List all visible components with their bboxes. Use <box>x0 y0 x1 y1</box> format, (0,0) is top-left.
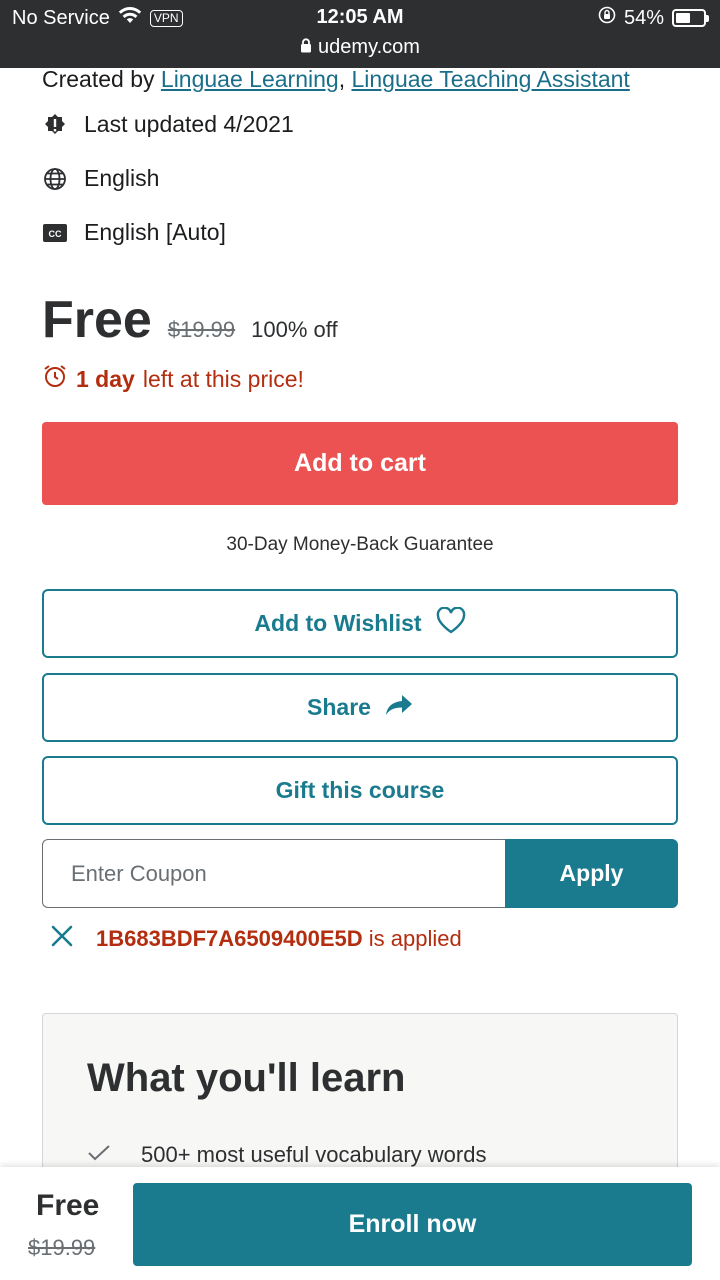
captions-text: English [Auto] <box>84 219 226 245</box>
current-price: Free <box>42 291 152 349</box>
bottom-purchase-bar: Free $19.99 Enroll now <box>0 1167 720 1280</box>
check-icon <box>87 1142 111 1168</box>
heart-icon <box>436 606 466 640</box>
coupon-applied-notice: 1B683BDF7A6509400E5D is applied <box>50 924 462 954</box>
alert-badge-icon <box>42 112 68 138</box>
closed-captions-icon: CC <box>42 220 68 246</box>
share-arrow-icon <box>385 694 413 722</box>
original-price: $19.99 <box>167 317 236 342</box>
status-bar: No Service VPN 12:05 AM 54% udemy.com <box>0 0 720 68</box>
learn-title: What you'll learn <box>87 1056 406 1100</box>
url-text: udemy.com <box>318 36 420 58</box>
enroll-now-button[interactable]: Enroll now <box>133 1183 692 1266</box>
address-bar[interactable]: udemy.com <box>0 36 720 59</box>
gift-label: Gift this course <box>275 777 445 803</box>
author-link[interactable]: Linguae Teaching Assistant <box>351 66 629 92</box>
battery-icon <box>672 9 709 27</box>
add-to-cart-button[interactable]: Add to cart <box>42 422 678 505</box>
price-row: Free $19.99 100% off <box>42 290 338 350</box>
remove-coupon-icon[interactable] <box>50 924 74 954</box>
created-by-label: Created by <box>42 66 155 92</box>
learn-item: 500+ most useful vocabulary words <box>87 1142 486 1168</box>
add-to-wishlist-button[interactable]: Add to Wishlist <box>42 589 678 658</box>
lock-icon <box>300 36 312 59</box>
orientation-lock-icon <box>598 6 616 30</box>
bottom-original-price: $19.99 <box>28 1235 96 1260</box>
status-right: 54% <box>598 6 709 30</box>
language-text: English <box>84 165 160 191</box>
money-back-guarantee: 30-Day Money-Back Guarantee <box>226 534 494 555</box>
share-label: Share <box>307 694 371 720</box>
share-button[interactable]: Share <box>42 673 678 742</box>
last-updated-row: Last updated 4/2021 <box>42 111 294 138</box>
language-row: English <box>42 165 159 192</box>
coupon-code: 1B683BDF7A6509400E5D <box>96 926 363 951</box>
author-link[interactable]: Linguae Learning <box>161 66 339 92</box>
last-updated-text: Last updated 4/2021 <box>84 111 294 137</box>
time-left-amount: 1 day <box>76 365 135 392</box>
battery-percent: 54% <box>623 6 664 29</box>
discount-label: 100% off <box>251 317 338 342</box>
gift-course-button[interactable]: Gift this course <box>42 756 678 825</box>
captions-row: CC English [Auto] <box>42 219 226 246</box>
svg-text:CC: CC <box>49 229 62 239</box>
author-separator: , <box>338 66 346 92</box>
time-left-text: left at this price! <box>142 365 304 392</box>
globe-icon <box>42 166 68 192</box>
alarm-clock-icon <box>42 363 68 395</box>
learn-item-text: 500+ most useful vocabulary words <box>141 1142 487 1167</box>
bottom-current-price: Free <box>36 1189 100 1222</box>
time-left-notice: 1 day left at this price! <box>42 363 304 395</box>
coupon-input[interactable] <box>42 839 505 908</box>
coupon-form: Apply <box>42 839 678 908</box>
wishlist-label: Add to Wishlist <box>254 610 422 636</box>
coupon-applied-text: is applied <box>368 926 462 951</box>
created-by: Created by Linguae Learning, Linguae Tea… <box>42 66 630 93</box>
apply-coupon-button[interactable]: Apply <box>505 839 678 908</box>
